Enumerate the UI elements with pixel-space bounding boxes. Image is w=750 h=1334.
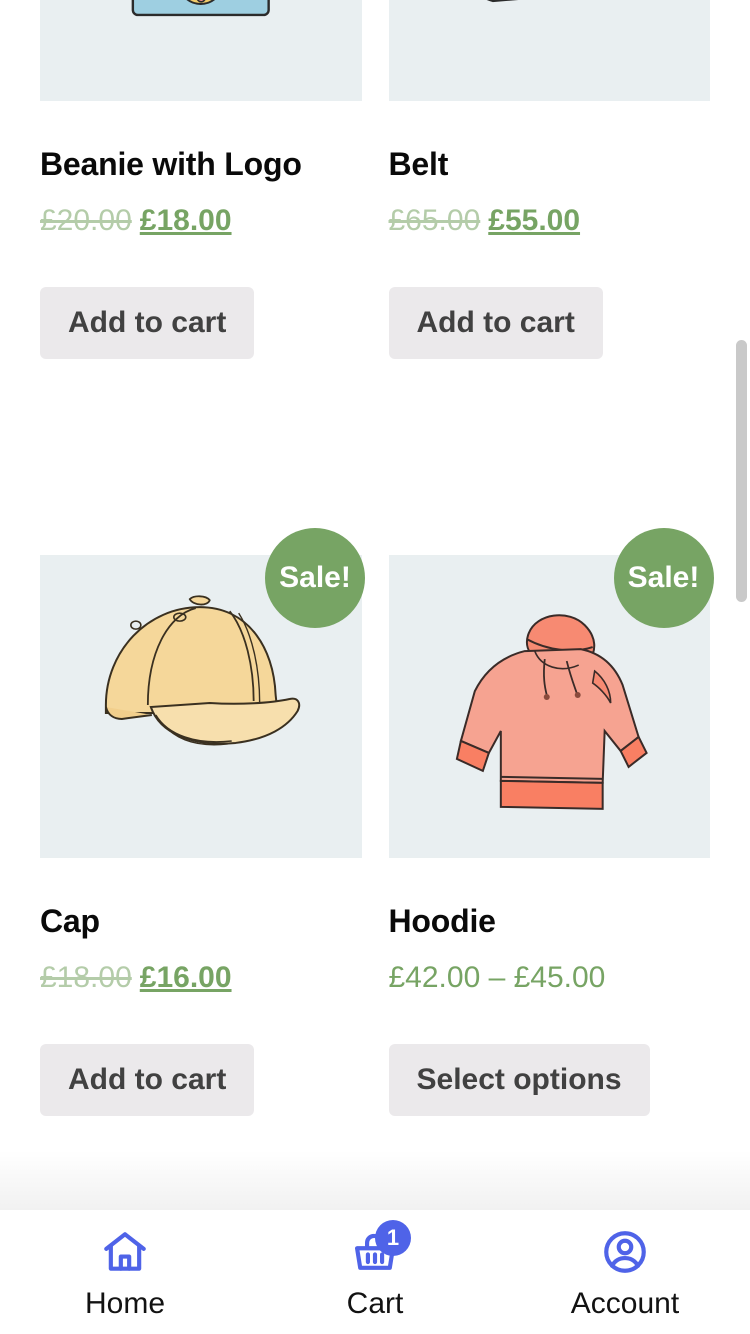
regular-price: £65.00 (389, 204, 481, 237)
product-meta: Cap £18.00£16.00 Add to cart (40, 858, 362, 1116)
product-price: £20.00£18.00 (40, 203, 362, 239)
product-card-belt[interactable]: Belt £65.00£55.00 Add to cart (389, 0, 711, 359)
sale-price: £16.00 (140, 961, 232, 994)
shopping-basket-icon: 1 (348, 1225, 402, 1279)
nav-item-home[interactable]: Home (0, 1225, 250, 1319)
regular-price: £20.00 (40, 204, 132, 237)
sale-badge: Sale! (265, 528, 365, 628)
nav-item-account[interactable]: Account (500, 1225, 750, 1319)
beanie-illustration (40, 0, 362, 101)
shop-page: Beanie with Logo £20.00£18.00 Add to car… (0, 0, 750, 1334)
product-action-wrap: Select options (389, 1044, 711, 1116)
select-options-button[interactable]: Select options (389, 1044, 650, 1116)
product-card-hoodie[interactable]: Sale! (389, 555, 711, 1116)
beanie-thumbnail[interactable] (40, 0, 362, 101)
page-scrollbar[interactable] (734, 0, 750, 1184)
nav-label-home: Home (85, 1289, 165, 1319)
account-circle-icon (598, 1225, 652, 1279)
product-grid-row-2: Sale! Cap (0, 555, 750, 1116)
add-to-cart-button[interactable]: Add to cart (389, 287, 603, 359)
product-title: Hoodie (389, 902, 711, 940)
bottom-nav-shadow (0, 1150, 750, 1210)
home-icon (98, 1225, 152, 1279)
nav-label-cart: Cart (347, 1289, 404, 1319)
product-price: £18.00£16.00 (40, 960, 362, 996)
add-to-cart-button[interactable]: Add to cart (40, 1044, 254, 1116)
sale-price: £55.00 (488, 204, 580, 237)
scrollbar-thumb[interactable] (736, 340, 747, 602)
product-card-cap[interactable]: Sale! Cap (40, 555, 362, 1116)
bottom-navigation-bar: Home 1 Cart (0, 1210, 750, 1334)
product-price: £42.00 – £45.00 (389, 960, 711, 996)
product-price: £65.00£55.00 (389, 203, 711, 239)
sale-price: £18.00 (140, 204, 232, 237)
price-range: £42.00 – £45.00 (389, 961, 606, 994)
add-to-cart-button[interactable]: Add to cart (40, 287, 254, 359)
product-card-beanie[interactable]: Beanie with Logo £20.00£18.00 Add to car… (40, 0, 362, 359)
sale-badge: Sale! (614, 528, 714, 628)
regular-price: £18.00 (40, 961, 132, 994)
product-title: Beanie with Logo (40, 145, 362, 183)
belt-illustration (389, 0, 711, 101)
product-meta: Belt £65.00£55.00 Add to cart (389, 101, 711, 359)
product-title: Belt (389, 145, 711, 183)
belt-thumbnail[interactable] (389, 0, 711, 101)
nav-item-cart[interactable]: 1 Cart (250, 1225, 500, 1319)
product-meta: Beanie with Logo £20.00£18.00 Add to car… (40, 101, 362, 359)
product-title: Cap (40, 902, 362, 940)
product-grid-row-1: Beanie with Logo £20.00£18.00 Add to car… (0, 0, 750, 359)
product-action-wrap: Add to cart (40, 287, 362, 359)
product-action-wrap: Add to cart (389, 287, 711, 359)
cart-count-badge: 1 (375, 1220, 411, 1256)
product-meta: Hoodie £42.00 – £45.00 Select options (389, 858, 711, 1116)
product-action-wrap: Add to cart (40, 1044, 362, 1116)
nav-label-account: Account (571, 1289, 679, 1319)
